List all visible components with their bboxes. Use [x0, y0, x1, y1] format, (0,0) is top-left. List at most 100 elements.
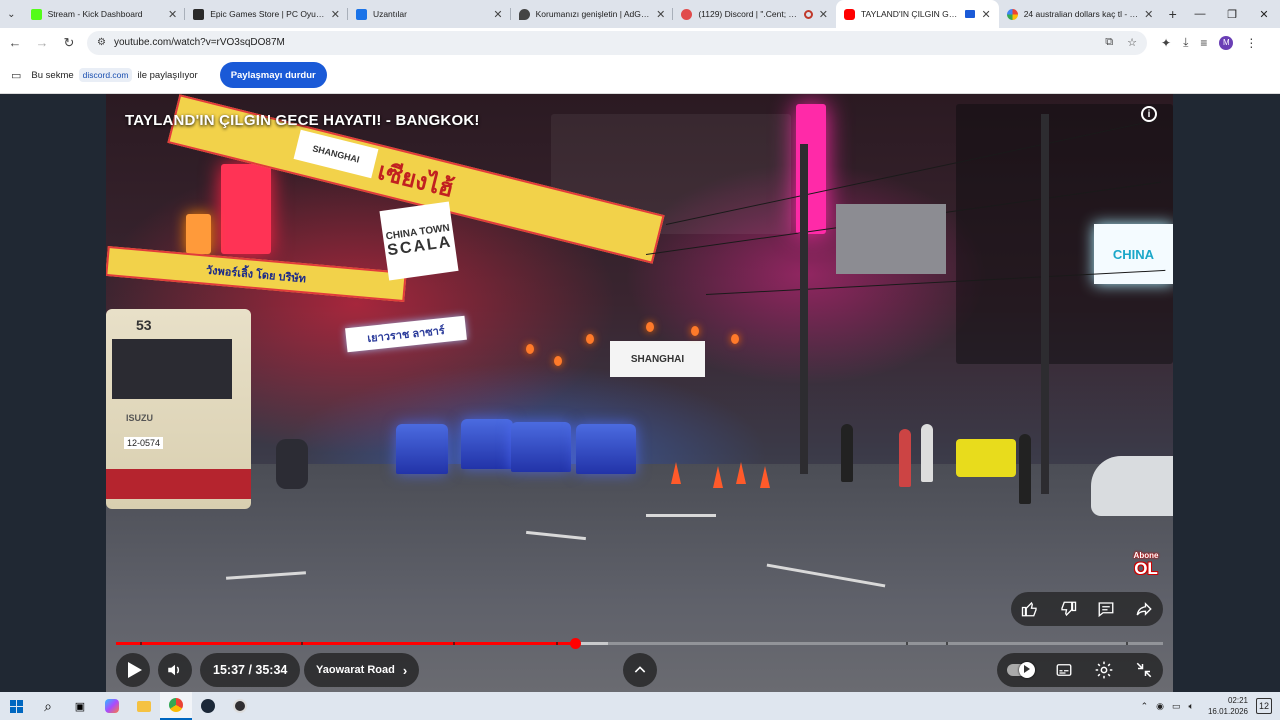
- play-icon: [127, 662, 142, 678]
- avatar[interactable]: M: [1219, 35, 1234, 50]
- forward-icon[interactable]: →: [30, 31, 54, 55]
- bus-plate: 12-0574: [124, 437, 164, 449]
- subscribe-watermark[interactable]: Abone OL: [1131, 552, 1161, 582]
- tab-discord[interactable]: (1129) Discord | ".Cent; '50 ✕: [673, 0, 836, 28]
- more-videos-button[interactable]: [623, 653, 657, 687]
- back-icon[interactable]: ←: [3, 31, 27, 55]
- yellow-cart: [956, 439, 1016, 477]
- steam-icon[interactable]: [192, 692, 224, 720]
- neon-sign: [221, 164, 271, 254]
- share-icon[interactable]: [1135, 600, 1153, 618]
- close-tab-icon[interactable]: ✕: [331, 8, 340, 21]
- tab-google[interactable]: 24 australian dollars kaç tl - Google ✕: [999, 0, 1162, 28]
- chapter-gap: [140, 642, 142, 645]
- like-icon[interactable]: [1021, 600, 1039, 618]
- share-suffix: ile paylaşılıyor: [137, 69, 198, 81]
- chrome-icon[interactable]: [160, 692, 192, 720]
- volume-tray-icon[interactable]: 🔈︎: [1189, 701, 1194, 712]
- lantern: [691, 326, 699, 336]
- media-control-icon[interactable]: ≡: [1200, 36, 1207, 50]
- minimize-icon[interactable]: —: [1184, 0, 1216, 28]
- system-tray: ⌃ ◉ ▭ 🔈︎ 02:21 16.01.2026 12: [1141, 695, 1280, 717]
- chapter-gap: [946, 642, 948, 645]
- file-explorer-icon[interactable]: [128, 692, 160, 720]
- site-info-icon[interactable]: ⚙: [97, 37, 106, 48]
- recording-icon: [803, 9, 813, 19]
- url-text[interactable]: youtube.com/watch?v=rVO3sqDO87M: [114, 37, 1105, 48]
- chevron-right-icon: ›: [402, 662, 408, 678]
- tab-extensions[interactable]: Uzantılar ✕: [348, 0, 511, 28]
- new-tab-button[interactable]: +: [1161, 0, 1184, 28]
- autoplay-toggle[interactable]: [1007, 662, 1036, 678]
- subtitles-icon[interactable]: [1054, 661, 1074, 679]
- windows-start-icon[interactable]: [0, 692, 32, 720]
- exit-fullscreen-icon[interactable]: [1135, 661, 1153, 679]
- download-icon[interactable]: ⤓: [1183, 35, 1188, 50]
- tab-title: Stream - Kick Dashboard: [47, 9, 143, 19]
- chapter-gap: [301, 642, 303, 645]
- traffic-cone: [736, 462, 746, 484]
- tray-app-icon[interactable]: ◉: [1156, 701, 1164, 712]
- address-bar[interactable]: ⚙ youtube.com/watch?v=rVO3sqDO87M ⧉ ☆: [87, 30, 1147, 55]
- close-tab-icon[interactable]: ✕: [1144, 8, 1153, 21]
- menu-kebab-icon[interactable]: ⋮: [1245, 36, 1257, 50]
- close-tab-icon[interactable]: ✕: [168, 8, 177, 21]
- video-title[interactable]: TAYLAND'IN ÇILGIN GECE HAYATI! - BANGKOK…: [125, 112, 480, 129]
- pedestrian: [1019, 434, 1031, 504]
- video-player[interactable]: เซียงไฮ้ วังพอร์เลิ้ง โดย บริษัท CHINA T…: [106, 94, 1173, 692]
- tab-kick[interactable]: Stream - Kick Dashboard ✕: [23, 0, 186, 28]
- close-tab-icon[interactable]: ✕: [493, 8, 502, 21]
- close-tab-icon[interactable]: ✕: [656, 8, 665, 21]
- copilot-icon[interactable]: [96, 692, 128, 720]
- play-button[interactable]: [116, 653, 150, 687]
- extensions-icon[interactable]: ✦: [1161, 36, 1171, 50]
- time-separator: /: [244, 663, 256, 677]
- lantern: [586, 334, 594, 344]
- duration: 35:34: [255, 663, 288, 677]
- cast-icon[interactable]: ⧉: [1105, 36, 1113, 49]
- shanghai-hotel-sign: SHANGHAI: [610, 341, 705, 377]
- tab-sharing-bar: ▭ Bu sekme discord.com ile paylaşılıyor …: [0, 57, 1280, 94]
- progress-bar[interactable]: [116, 638, 1163, 649]
- close-window-icon[interactable]: ✕: [1248, 0, 1280, 28]
- tab-epic-games[interactable]: Epic Games Store | PC Oyunları ✕: [185, 0, 348, 28]
- bookmark-star-icon[interactable]: ☆: [1127, 36, 1137, 49]
- comment-icon[interactable]: [1097, 600, 1115, 618]
- utility-pole: [800, 144, 808, 474]
- lantern: [554, 356, 562, 366]
- notification-badge[interactable]: 12: [1256, 698, 1272, 714]
- dislike-icon[interactable]: [1059, 600, 1077, 618]
- pedestrian: [921, 424, 933, 482]
- puzzle-icon: [355, 8, 367, 20]
- traffic-cone: [671, 462, 681, 484]
- tray-overflow-icon[interactable]: ⌃: [1141, 701, 1149, 712]
- neon-sign: [186, 214, 211, 254]
- share-domain: discord.com: [78, 68, 133, 82]
- played-bar: [116, 642, 576, 645]
- city-bus: 53 ISUZU 12-0574: [106, 309, 251, 509]
- settings-gear-icon[interactable]: [1094, 660, 1114, 680]
- search-icon[interactable]: ⌕: [32, 692, 64, 720]
- close-tab-icon[interactable]: ✕: [981, 8, 990, 21]
- task-view-icon[interactable]: ▣: [64, 692, 96, 720]
- clock[interactable]: 02:21 16.01.2026: [1208, 695, 1248, 717]
- tab-youtube[interactable]: TAYLAND'IN ÇILGIN GECE HAYATI ✕: [836, 0, 999, 28]
- tuk-tuk: [396, 424, 448, 474]
- close-tab-icon[interactable]: ✕: [819, 8, 828, 21]
- info-icon[interactable]: i: [1141, 106, 1157, 122]
- scooter-rider: [276, 439, 308, 489]
- share-prefix: Bu sekme: [31, 69, 74, 81]
- reload-icon[interactable]: ↻: [57, 31, 81, 55]
- stop-sharing-button[interactable]: Paylaşmayı durdur: [219, 62, 327, 88]
- network-icon[interactable]: ▭: [1172, 701, 1181, 712]
- chapter-button[interactable]: Yaowarat Road ›: [304, 653, 420, 687]
- tab-adguard[interactable]: Korumanızı genişletin | AdGuard ✕: [511, 0, 674, 28]
- obs-icon[interactable]: [224, 692, 256, 720]
- chapter-gap: [556, 642, 558, 645]
- volume-button[interactable]: [158, 653, 192, 687]
- restore-icon[interactable]: ❐: [1216, 0, 1248, 28]
- tab-search-button[interactable]: ⌄: [0, 0, 23, 28]
- reaction-bar: [1011, 592, 1163, 626]
- tab-strip: ⌄ Stream - Kick Dashboard ✕ Epic Games S…: [0, 0, 1280, 28]
- chapter-gap: [906, 642, 908, 645]
